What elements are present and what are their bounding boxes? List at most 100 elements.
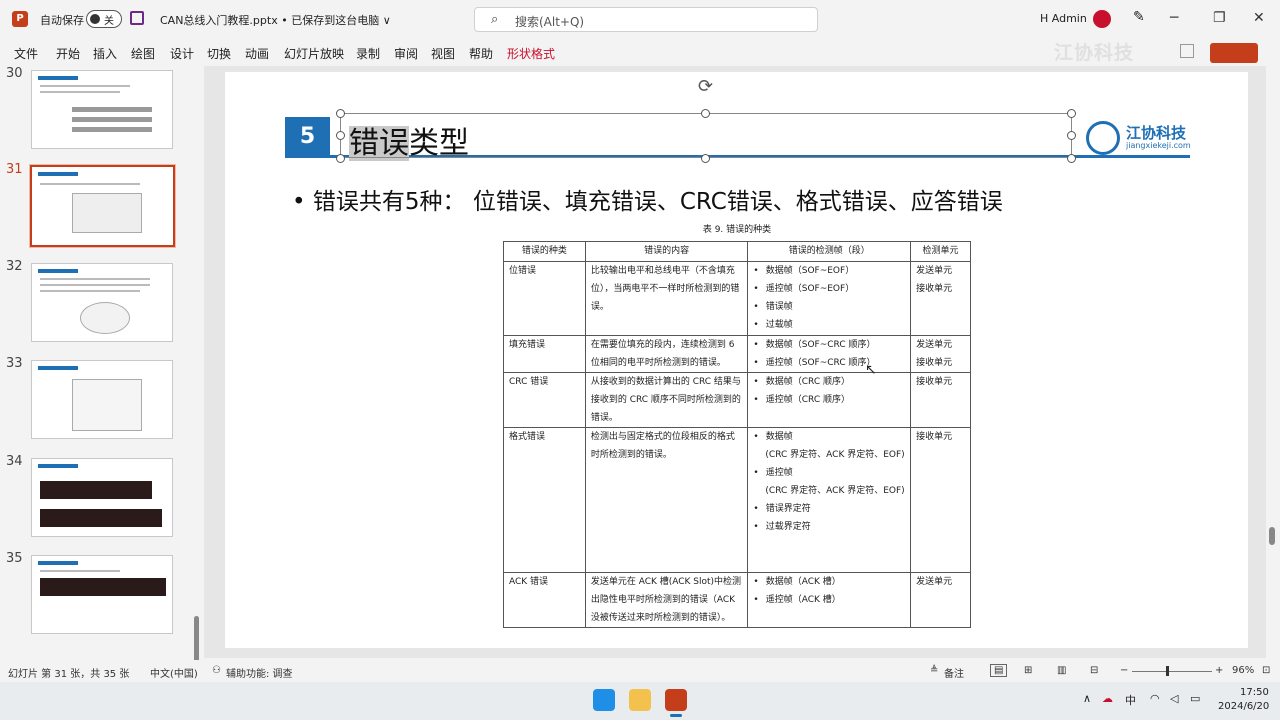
pen-icon[interactable]: ✎ — [1133, 9, 1145, 25]
zoom-out-icon[interactable]: − — [1120, 665, 1128, 676]
menu-animations[interactable]: 动画 — [245, 45, 269, 62]
search-placeholder: 搜索(Alt+Q) — [515, 15, 585, 29]
close-icon[interactable]: ✕ — [1253, 10, 1265, 26]
tray-chevron-icon[interactable]: ∧ — [1083, 692, 1091, 705]
slide-thumbnail-34[interactable] — [31, 458, 173, 537]
table-header-row: 错误的种类 错误的内容 错误的检测帧（段） 检测单元 — [503, 241, 971, 262]
detect-unit: 发送单元 接收单元 — [910, 335, 971, 373]
frame-item: 遥控帧（CRC 顺序） — [753, 391, 905, 409]
menu-slideshow[interactable]: 幻灯片放映 — [284, 45, 344, 62]
accessibility-status[interactable]: 辅助功能: 调查 — [226, 665, 293, 680]
bullet-text[interactable]: • 错误共有5种： 位错误、填充错误、CRC错误、格式错误、应答错误 — [292, 182, 1003, 216]
menu-insert[interactable]: 插入 — [93, 45, 117, 62]
resize-handle[interactable] — [336, 131, 345, 140]
maximize-icon[interactable]: ❐ — [1213, 10, 1226, 26]
table-row: CRC 错误 从接收到的数据计算出的 CRC 结果与接收到的 CRC 顺序不同时… — [503, 372, 971, 428]
thumb-number: 30 — [6, 66, 23, 81]
menu-draw[interactable]: 绘图 — [131, 45, 155, 62]
status-bar: 幻灯片 第 31 张，共 35 张 中文(中国) ⚇ 辅助功能: 调查 ≜ 备注… — [0, 660, 1280, 682]
zoom-level[interactable]: 96% — [1232, 665, 1254, 676]
slide-thumbnail-33[interactable] — [31, 360, 173, 439]
table-caption: 表 9. 错误的种类 — [702, 225, 772, 235]
resize-handle[interactable] — [1067, 109, 1076, 118]
detect-unit: 接收单元 — [910, 427, 971, 573]
resize-handle[interactable] — [701, 154, 710, 163]
menu-home[interactable]: 开始 — [56, 45, 80, 62]
menu-help[interactable]: 帮助 — [469, 45, 493, 62]
unit-item: 发送单元 — [916, 577, 953, 587]
unit-item: 接收单元 — [916, 432, 953, 442]
slide-thumbnail-32[interactable] — [31, 263, 173, 342]
detect-unit: 发送单元 接收单元 — [910, 261, 971, 336]
normal-view-icon[interactable]: ▤ — [990, 664, 1008, 677]
battery-icon[interactable]: ▭ — [1190, 692, 1200, 705]
menu-shape-format[interactable]: 形状格式 — [507, 45, 555, 62]
fit-slide-icon[interactable]: ⊡ — [1262, 665, 1270, 676]
error-content: 发送单元在 ACK 槽(ACK Slot)中检测出隐性电平时所检测到的错误（AC… — [584, 572, 749, 628]
slideshow-icon[interactable]: ⊟ — [1090, 665, 1098, 676]
windows-start-icon[interactable] — [593, 689, 615, 711]
selection-box[interactable] — [340, 113, 1072, 158]
frame-item: 数据帧（SOF~CRC 顺序） — [753, 336, 905, 354]
menu-record[interactable]: 录制 — [356, 45, 380, 62]
slide-thumbnail-31[interactable] — [29, 164, 176, 248]
logo-icon — [1086, 121, 1120, 155]
unit-item: 发送单元 — [916, 266, 953, 276]
autosave-toggle[interactable]: 关 — [86, 10, 122, 28]
zoom-slider[interactable] — [1132, 671, 1212, 672]
clock-date[interactable]: 2024/6/20 — [1218, 701, 1269, 712]
slide-thumbnail-30[interactable] — [31, 70, 173, 149]
error-content: 比较输出电平和总线电平（不含填充位），当两电平不一样时所检测到的错误。 — [584, 261, 749, 336]
frame-item: 遥控帧（SOF~EOF） — [753, 280, 905, 298]
present-button[interactable] — [1210, 43, 1258, 63]
resize-handle[interactable] — [1067, 154, 1076, 163]
frame-item: 遥控帧 — [753, 464, 905, 482]
canvas-scrollbar[interactable] — [1268, 72, 1276, 652]
speaker-icon[interactable]: ◁ — [1170, 692, 1178, 705]
resize-handle[interactable] — [336, 109, 345, 118]
minimize-icon[interactable]: ─ — [1170, 10, 1178, 26]
menu-view[interactable]: 视图 — [431, 45, 455, 62]
rotate-handle-icon[interactable]: ⟳ — [698, 76, 713, 97]
slide-sorter-icon[interactable]: ⊞ — [1024, 665, 1032, 676]
menu-design[interactable]: 设计 — [170, 45, 194, 62]
thumbnail-scrollbar[interactable] — [193, 136, 200, 716]
menu-review[interactable]: 审阅 — [394, 45, 418, 62]
search-box[interactable]: ⌕ 搜索(Alt+Q) — [474, 7, 818, 32]
powerpoint-taskbar-icon[interactable] — [665, 689, 687, 711]
table-header: 检测单元 — [910, 241, 971, 262]
file-explorer-icon[interactable] — [629, 689, 651, 711]
accessibility-icon[interactable]: ⚇ — [212, 665, 221, 676]
zoom-in-icon[interactable]: + — [1215, 665, 1223, 676]
error-type: CRC 错误 — [503, 372, 586, 428]
wifi-icon[interactable]: ◠ — [1150, 692, 1160, 705]
resize-handle[interactable] — [701, 109, 710, 118]
menu-transitions[interactable]: 切换 — [207, 45, 231, 62]
menu-file[interactable]: 文件 — [14, 45, 38, 62]
tray-app-icon[interactable]: ☁ — [1102, 692, 1113, 705]
table-row: 填充错误 在需要位填充的段内，连续检测到 6 位相同的电平时所检测到的错误。 数… — [503, 335, 971, 373]
notes-icon[interactable]: ≜ — [930, 665, 938, 676]
comments-icon[interactable] — [1180, 44, 1194, 58]
language-indicator[interactable]: 中文(中国) — [150, 665, 198, 680]
table-row: ACK 错误 发送单元在 ACK 槽(ACK Slot)中检测出隐性电平时所检测… — [503, 572, 971, 628]
ime-indicator[interactable]: 中 — [1125, 692, 1136, 708]
error-content: 检测出与固定格式的位段相反的格式时所检测到的错误。 — [584, 427, 749, 573]
frame-item: 错误帧 — [753, 298, 905, 316]
slide-thumbnail-35[interactable] — [31, 555, 173, 634]
frame-item: 数据帧（ACK 槽） — [753, 573, 905, 591]
save-icon[interactable] — [130, 11, 144, 25]
error-table-image[interactable]: 表 9. 错误的种类 错误的种类 错误的内容 错误的检测帧（段） 检测单元 位错… — [497, 218, 977, 628]
document-title[interactable]: CAN总线入门教程.pptx • 已保存到这台电脑 ∨ — [160, 12, 391, 28]
clock-time[interactable]: 17:50 — [1240, 687, 1269, 698]
notes-button[interactable]: 备注 — [944, 665, 964, 680]
error-frames: 数据帧（CRC 顺序） 遥控帧（CRC 顺序） — [747, 372, 912, 428]
user-name[interactable]: H Admin — [1040, 12, 1087, 25]
avatar[interactable] — [1093, 10, 1111, 28]
resize-handle[interactable] — [336, 154, 345, 163]
reading-view-icon[interactable]: ▥ — [1057, 665, 1066, 676]
zoom-slider-thumb[interactable] — [1166, 666, 1169, 676]
error-table: 错误的种类 错误的内容 错误的检测帧（段） 检测单元 位错误 比较输出电平和总线… — [503, 241, 971, 628]
table-row: 位错误 比较输出电平和总线电平（不含填充位），当两电平不一样时所检测到的错误。 … — [503, 261, 971, 336]
resize-handle[interactable] — [1067, 131, 1076, 140]
